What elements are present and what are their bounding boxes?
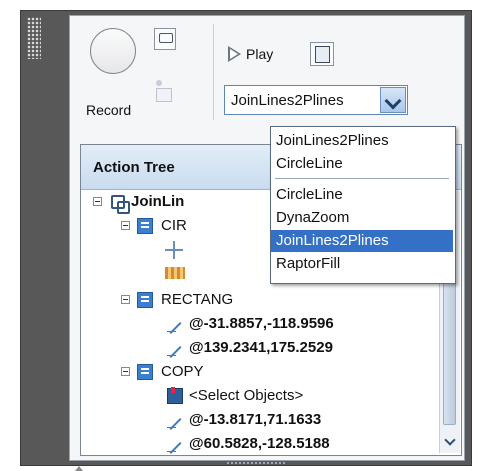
collapse-icon[interactable] — [93, 197, 102, 206]
tree-node-label[interactable]: RECTANG — [161, 289, 233, 311]
tree-root-label[interactable]: JoinLin — [131, 191, 184, 213]
crosshair-icon — [165, 241, 183, 259]
action-recorder-panel: Record Play JoinLines2Plines Action Tree… — [69, 15, 465, 461]
scroll-down-icon[interactable] — [442, 435, 456, 449]
tree-node-label[interactable]: CIR — [161, 215, 187, 237]
record-label: Record — [86, 102, 132, 118]
dropdown-separator — [275, 178, 449, 179]
user-input-icon[interactable] — [154, 80, 174, 104]
clipboard-icon[interactable] — [310, 42, 334, 66]
command-icon — [137, 364, 153, 380]
chevron-down-icon[interactable] — [380, 87, 406, 113]
collapse-icon[interactable] — [121, 221, 130, 230]
palette-grip-handle[interactable] — [27, 17, 41, 59]
play-button[interactable]: Play — [246, 46, 273, 62]
point-icon — [167, 317, 183, 333]
action-tree-title: Action Tree — [93, 159, 175, 176]
command-icon — [137, 292, 153, 308]
command-icon — [137, 218, 153, 234]
tree-node-label[interactable]: COPY — [161, 361, 204, 383]
tree-node-label[interactable]: @-31.8857,-118.9596 — [189, 313, 334, 335]
dropdown-item-selected[interactable]: JoinLines2Plines — [271, 230, 453, 252]
macro-select[interactable]: JoinLines2Plines — [224, 85, 408, 115]
macro-select-value: JoinLines2Plines — [231, 92, 344, 109]
dropdown-item[interactable]: RaptorFill — [271, 253, 453, 275]
tree-node-label[interactable]: @-13.8171,71.1633 — [189, 409, 321, 431]
macro-icon — [109, 193, 130, 214]
dropdown-item[interactable]: CircleLine — [271, 184, 453, 206]
macro-dropdown-list: JoinLines2Plines CircleLine CircleLine D… — [270, 126, 456, 284]
tree-node-label[interactable]: @60.5828,-128.5188 — [189, 433, 330, 455]
select-objects-icon — [167, 387, 183, 404]
collapse-icon[interactable] — [121, 295, 130, 304]
point-icon — [167, 437, 183, 453]
collapse-icon[interactable] — [121, 367, 130, 376]
message-icon[interactable] — [154, 28, 176, 50]
dropdown-item[interactable]: DynaZoom — [271, 207, 453, 229]
action-recorder-palette: Record Play JoinLines2Plines Action Tree… — [20, 10, 472, 471]
point-icon — [167, 341, 183, 357]
toolbar-divider — [213, 24, 214, 120]
resize-grip[interactable] — [226, 461, 286, 465]
dropdown-item-recent[interactable]: JoinLines2Plines — [271, 130, 453, 152]
record-button[interactable] — [90, 28, 136, 74]
input-field-icon — [165, 267, 185, 279]
play-icon[interactable] — [228, 46, 241, 62]
tree-node-label[interactable]: @139.2341,175.2529 — [189, 337, 333, 359]
dropdown-item-recent[interactable]: CircleLine — [271, 153, 453, 175]
tree-node-label[interactable]: <Select Objects> — [189, 385, 303, 407]
point-icon — [167, 413, 183, 429]
